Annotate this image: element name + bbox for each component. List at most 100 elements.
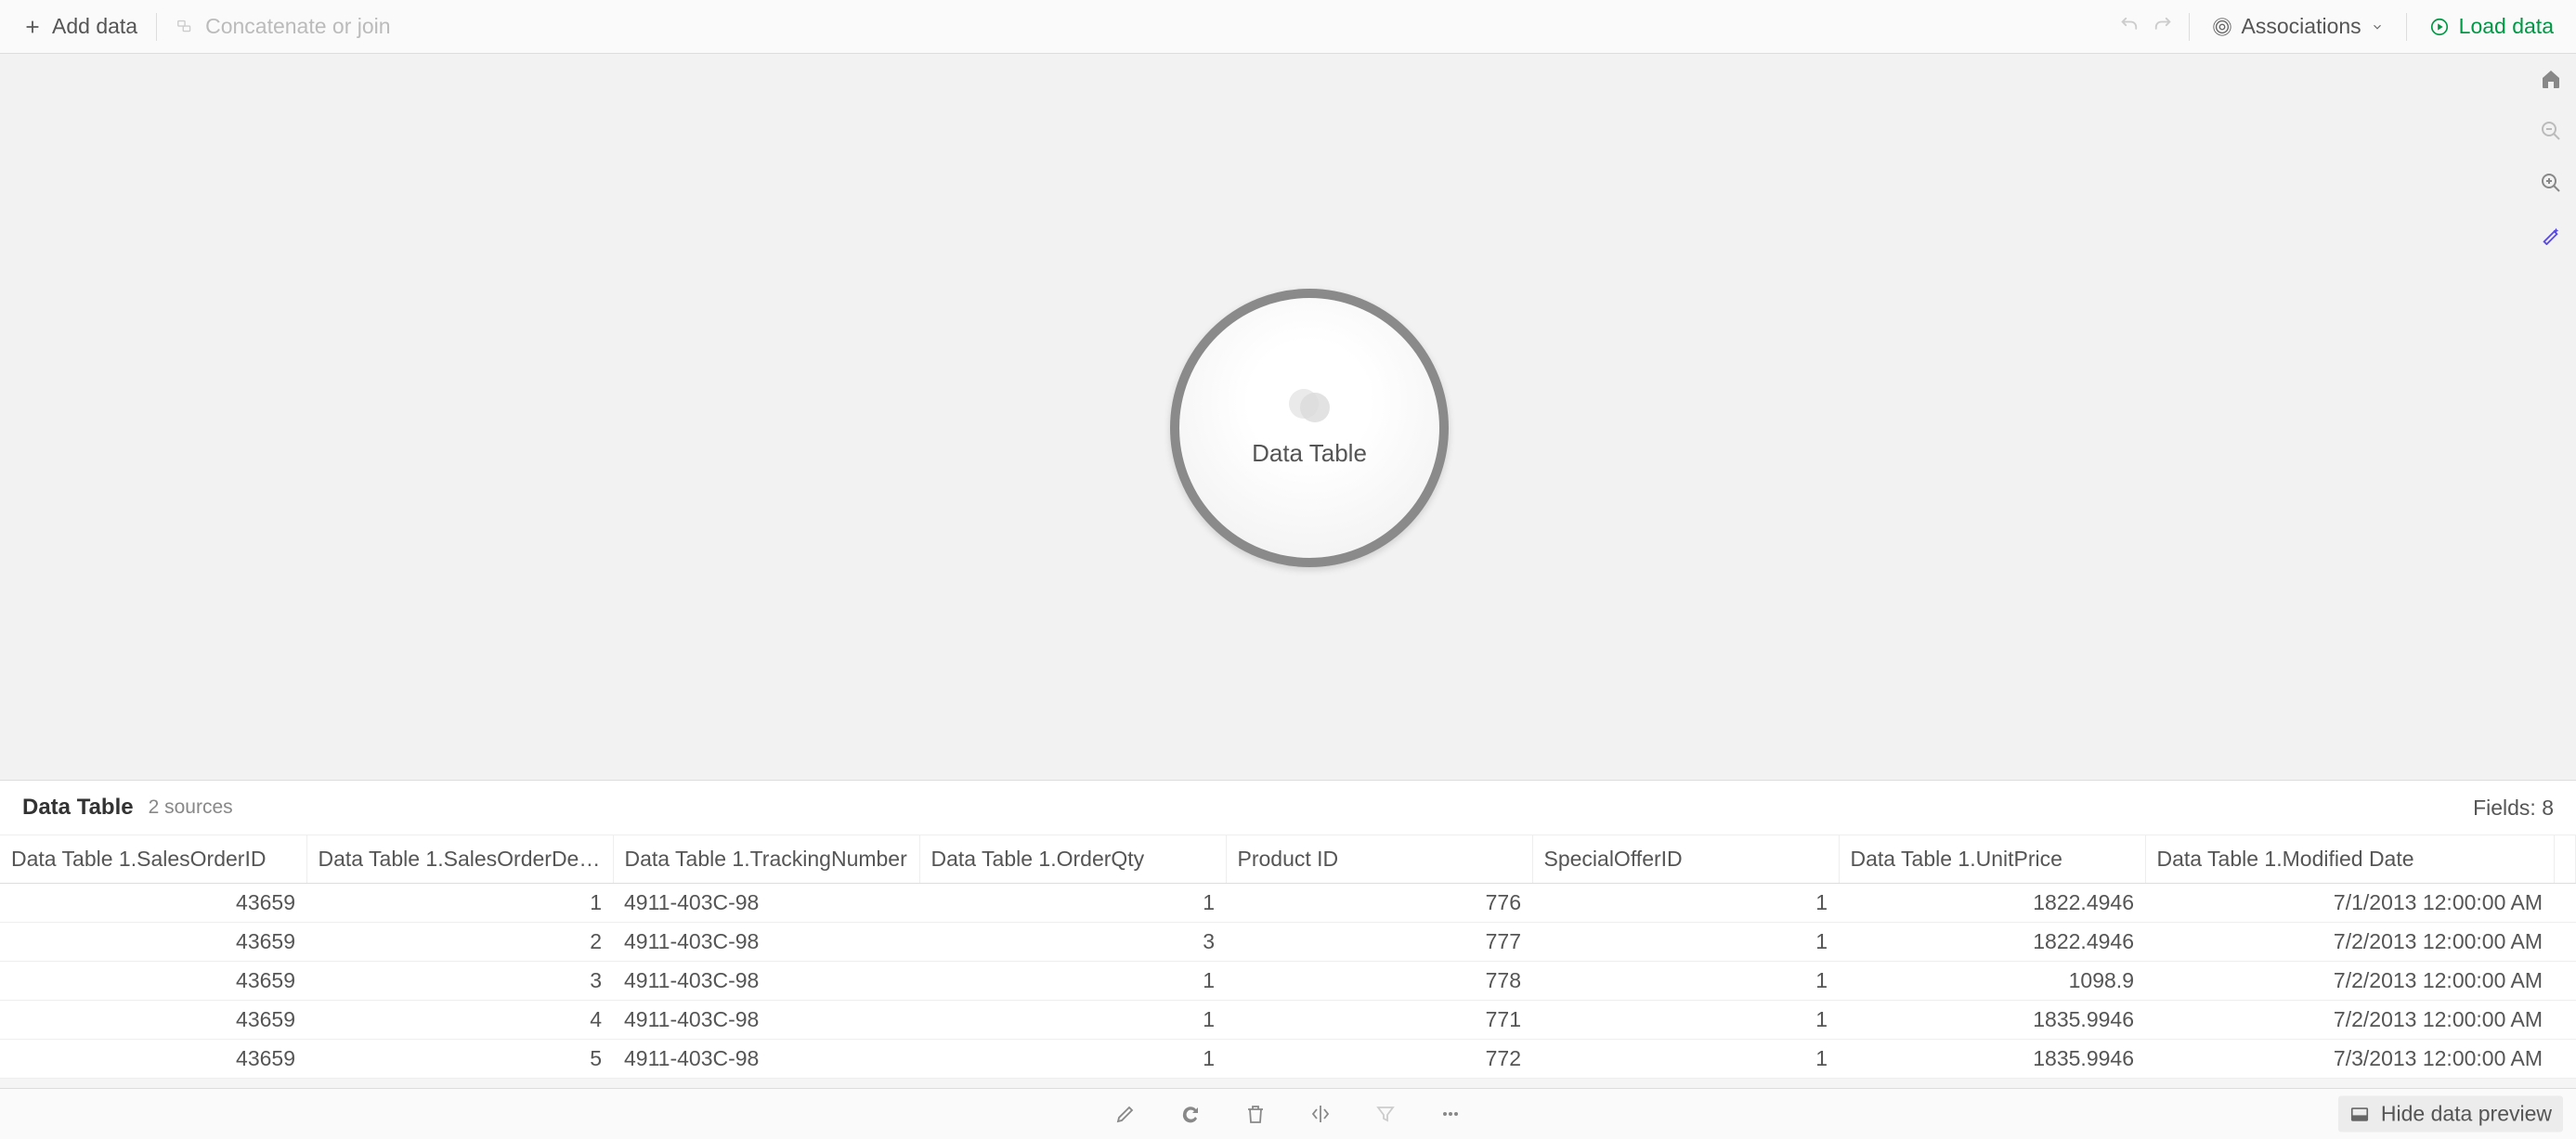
table-header-row: Data Table 1.SalesOrderID Data Table 1.S… — [0, 835, 2576, 884]
redo-icon — [2153, 17, 2174, 37]
table-cell: 43659 — [0, 1001, 306, 1040]
table-row[interactable]: 4365924911-403C-98377711822.49467/2/2013… — [0, 923, 2576, 962]
column-header[interactable]: Data Table 1.SalesOrderDetailID — [306, 835, 613, 884]
table-cell: 4911-403C-98 — [613, 962, 919, 1001]
concat-icon — [176, 17, 196, 37]
table-cell: 4911-403C-98 — [613, 1040, 919, 1079]
table-cell: 1835.9946 — [1839, 1001, 2145, 1040]
table-row[interactable]: 4365914911-403C-98177611822.49467/1/2013… — [0, 884, 2576, 923]
add-data-label: Add data — [52, 14, 137, 39]
table-cell: 43659 — [0, 1040, 306, 1079]
zoom-in-button[interactable] — [2537, 169, 2565, 197]
table-cell: 4911-403C-98 — [613, 923, 919, 962]
load-data-label: Load data — [2459, 14, 2554, 39]
data-preview-table: Data Table 1.SalesOrderID Data Table 1.S… — [0, 835, 2576, 1079]
filter-button — [1372, 1100, 1399, 1128]
wand-button[interactable] — [2537, 221, 2565, 249]
data-blob-icon — [1289, 389, 1330, 422]
table-cell: 7/2/2013 12:00:00 AM — [2145, 923, 2554, 962]
associations-button[interactable]: Associations — [2199, 8, 2397, 45]
edit-button[interactable] — [1112, 1100, 1139, 1128]
canvas-area[interactable]: Data Table — [0, 54, 2576, 780]
table-cell: 1 — [1532, 1040, 1839, 1079]
table-cell: 7/2/2013 12:00:00 AM — [2145, 1001, 2554, 1040]
table-cell: 1 — [919, 1040, 1226, 1079]
table-cell — [2554, 884, 2576, 923]
bottom-toolbar: Hide data preview — [0, 1088, 2576, 1139]
table-cell: 778 — [1226, 962, 1532, 1001]
table-cell: 2 — [306, 923, 613, 962]
table-cell: 1098.9 — [1839, 962, 2145, 1001]
delete-button[interactable] — [1242, 1100, 1269, 1128]
table-cell: 1 — [919, 884, 1226, 923]
table-cell: 43659 — [0, 923, 306, 962]
associations-label: Associations — [2242, 14, 2361, 39]
concat-join-button: Concatenate or join — [163, 8, 403, 45]
plus-icon — [22, 17, 43, 37]
hide-preview-button[interactable]: Hide data preview — [2338, 1096, 2563, 1133]
refresh-button[interactable] — [1177, 1100, 1204, 1128]
table-cell: 43659 — [0, 962, 306, 1001]
table-cell — [2554, 962, 2576, 1001]
play-circle-icon — [2429, 17, 2450, 37]
load-data-button[interactable]: Load data — [2416, 8, 2567, 45]
divider — [2189, 13, 2190, 41]
preview-title: Data Table — [22, 795, 134, 821]
column-header[interactable]: Data Table 1.Modified Date — [2145, 835, 2554, 884]
column-header[interactable]: Data Table 1.SalesOrderID — [0, 835, 306, 884]
column-header[interactable]: Product ID — [1226, 835, 1532, 884]
table-cell: 771 — [1226, 1001, 1532, 1040]
table-cell: 1835.9946 — [1839, 1040, 2145, 1079]
column-header[interactable]: Data Table 1.UnitPrice — [1839, 835, 2145, 884]
table-cell: 1 — [306, 884, 613, 923]
table-cell: 3 — [919, 923, 1226, 962]
table-cell: 1822.4946 — [1839, 884, 2145, 923]
table-cell: 5 — [306, 1040, 613, 1079]
table-row[interactable]: 4365934911-403C-98177811098.97/2/2013 12… — [0, 962, 2576, 1001]
table-cell: 1 — [919, 962, 1226, 1001]
table-cell: 3 — [306, 962, 613, 1001]
table-cell: 1 — [1532, 1001, 1839, 1040]
table-cell: 1 — [919, 1001, 1226, 1040]
hide-preview-label: Hide data preview — [2381, 1102, 2552, 1127]
table-cell: 1 — [1532, 884, 1839, 923]
data-table-node-label: Data Table — [1252, 439, 1367, 468]
canvas-tools — [2537, 65, 2565, 249]
table-cell: 7/2/2013 12:00:00 AM — [2145, 962, 2554, 1001]
more-button[interactable] — [1437, 1100, 1464, 1128]
table-cell: 4911-403C-98 — [613, 884, 919, 923]
preview-header: Data Table 2 sources Fields: 8 — [0, 780, 2576, 835]
column-header[interactable]: Data Table 1.OrderQty — [919, 835, 1226, 884]
divider — [156, 13, 157, 41]
table-row[interactable]: 4365954911-403C-98177211835.99467/3/2013… — [0, 1040, 2576, 1079]
table-cell — [2554, 1040, 2576, 1079]
chevron-down-icon — [2371, 17, 2384, 37]
add-data-button[interactable]: Add data — [9, 8, 150, 45]
table-cell: 4 — [306, 1001, 613, 1040]
table-cell: 7/1/2013 12:00:00 AM — [2145, 884, 2554, 923]
associations-icon — [2212, 17, 2232, 37]
table-cell: 772 — [1226, 1040, 1532, 1079]
table-cell: 1 — [1532, 923, 1839, 962]
redo-button — [2148, 11, 2179, 43]
zoom-out-button[interactable] — [2537, 117, 2565, 145]
table-row[interactable]: 4365944911-403C-98177111835.99467/2/2013… — [0, 1001, 2576, 1040]
table-cell: 7/3/2013 12:00:00 AM — [2145, 1040, 2554, 1079]
preview-sources: 2 sources — [149, 796, 233, 819]
panel-icon — [2349, 1104, 2370, 1124]
table-cell — [2554, 1001, 2576, 1040]
undo-icon — [2118, 17, 2139, 37]
top-toolbar: Add data Concatenate or join Association — [0, 0, 2576, 54]
data-table-node[interactable]: Data Table — [1170, 289, 1449, 567]
table-cell: 776 — [1226, 884, 1532, 923]
column-header[interactable]: Data Table 1.TrackingNumber — [613, 835, 919, 884]
table-cell: 1822.4946 — [1839, 923, 2145, 962]
home-button[interactable] — [2537, 65, 2565, 93]
column-header[interactable]: SpecialOfferID — [1532, 835, 1839, 884]
column-header[interactable] — [2554, 835, 2576, 884]
table-cell: 777 — [1226, 923, 1532, 962]
table-cell: 43659 — [0, 884, 306, 923]
concat-join-label: Concatenate or join — [205, 14, 390, 39]
split-button[interactable] — [1307, 1100, 1334, 1128]
undo-button — [2113, 11, 2144, 43]
